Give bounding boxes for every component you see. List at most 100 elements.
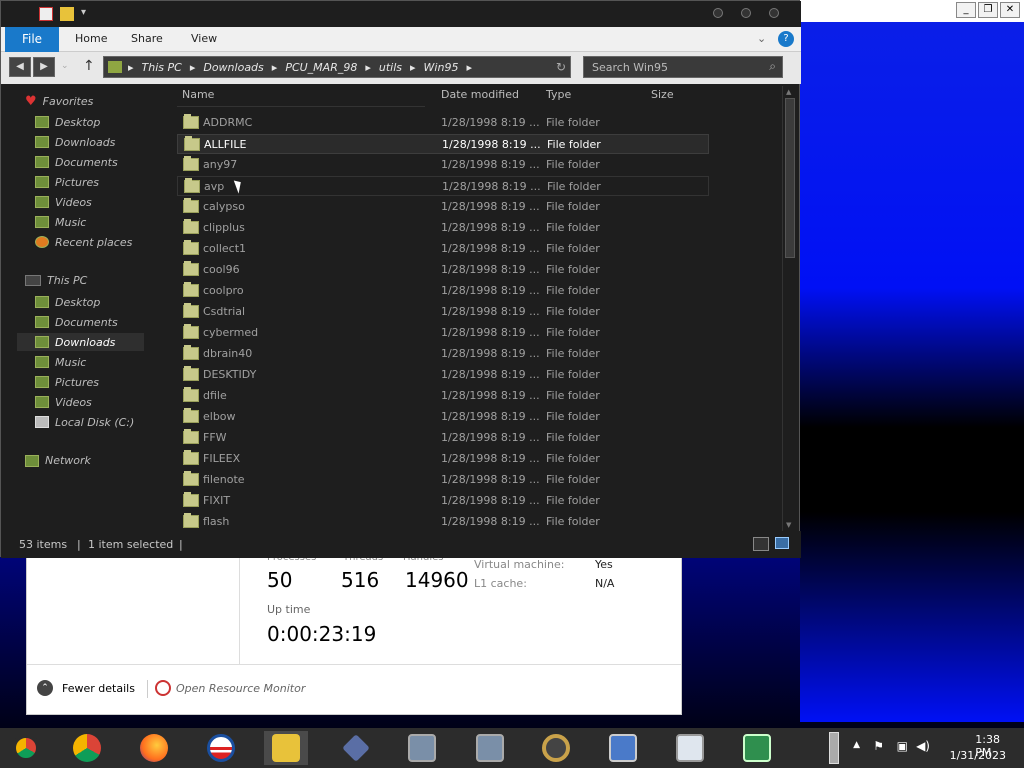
nav-fav-videos[interactable]: Videos	[35, 193, 92, 211]
table-row[interactable]: FFW 1/28/1998 8:19 ... File folder	[177, 428, 709, 448]
maximize-icon[interactable]	[741, 8, 751, 18]
restore-button[interactable]: ❐	[978, 2, 998, 18]
table-row[interactable]: flash 1/28/1998 8:19 ... File folder	[177, 512, 709, 532]
network-tray-icon[interactable]: ▣	[897, 739, 908, 753]
column-name[interactable]: Name	[182, 86, 214, 106]
table-row[interactable]: calypso 1/28/1998 8:19 ... File folder	[177, 197, 709, 217]
table-row[interactable]: elbow 1/28/1998 8:19 ... File folder	[177, 407, 709, 427]
performance-monitor-icon[interactable]	[670, 731, 710, 765]
up-arrow-icon[interactable]: ↑	[83, 58, 95, 74]
nav-pc-videos[interactable]: Videos	[35, 393, 92, 411]
setup-icon[interactable]	[402, 731, 442, 765]
table-row[interactable]: dbrain40 1/28/1998 8:19 ... File folder	[177, 344, 709, 364]
videos-icon	[35, 196, 49, 208]
table-row[interactable]: collect1 1/28/1998 8:19 ... File folder	[177, 239, 709, 259]
taskbar-grip[interactable]	[829, 732, 839, 764]
file-type: File folder	[546, 410, 600, 423]
column-size[interactable]: Size	[651, 86, 674, 106]
breadcrumb-this-pc[interactable]: This PC	[142, 61, 182, 74]
chevron-down-icon[interactable]: ⌄	[757, 32, 766, 45]
tab-view[interactable]: View	[191, 32, 217, 45]
column-date-modified[interactable]: Date modified	[441, 86, 519, 106]
nav-pc-downloads[interactable]: Downloads	[17, 333, 144, 351]
nav-fav-documents[interactable]: Documents	[35, 153, 118, 171]
large-icons-view-icon[interactable]	[775, 537, 789, 549]
table-row[interactable]: dfile 1/28/1998 8:19 ... File folder	[177, 386, 709, 406]
vertical-scrollbar[interactable]: ▲ ▼	[782, 86, 796, 531]
properties-icon[interactable]	[39, 7, 53, 21]
table-row[interactable]: avp 1/28/1998 8:19 ... File folder	[177, 176, 709, 196]
forward-button[interactable]: ▶	[33, 57, 55, 77]
computer-network-icon[interactable]	[603, 731, 643, 765]
refresh-icon[interactable]: ↻	[556, 60, 566, 74]
table-row[interactable]: cool96 1/28/1998 8:19 ... File folder	[177, 260, 709, 280]
nav-pc-documents[interactable]: Documents	[35, 313, 118, 331]
search-input[interactable]: Search Win95 ⌕	[583, 56, 783, 78]
obama-logo-icon[interactable]	[201, 731, 241, 765]
recent-locations-icon[interactable]: ⌄	[61, 61, 69, 71]
chevron-down-icon[interactable]: ▾	[81, 7, 86, 18]
breadcrumb-pcu-mar-98[interactable]: PCU_MAR_98	[285, 61, 357, 74]
font-viewer-icon[interactable]	[737, 731, 777, 765]
chrome-icon[interactable]	[67, 731, 107, 765]
minimize-button[interactable]: _	[956, 2, 976, 18]
nav-this-pc[interactable]: This PC	[25, 274, 87, 287]
details-view-icon[interactable]	[753, 537, 769, 551]
table-row[interactable]: ALLFILE 1/28/1998 8:19 ... File folder	[177, 134, 709, 154]
table-row[interactable]: filenote 1/28/1998 8:19 ... File folder	[177, 470, 709, 490]
table-row[interactable]: any97 1/28/1998 8:19 ... File folder	[177, 155, 709, 175]
nav-label: Desktop	[55, 115, 101, 129]
table-row[interactable]: clipplus 1/28/1998 8:19 ... File folder	[177, 218, 709, 238]
table-row[interactable]: FIXIT 1/28/1998 8:19 ... File folder	[177, 491, 709, 511]
setup-icon-2[interactable]	[470, 731, 510, 765]
breadcrumb-utils[interactable]: utils	[379, 61, 402, 74]
nav-pc-pictures[interactable]: Pictures	[35, 373, 99, 391]
fewer-details-link[interactable]: Fewer details	[62, 682, 135, 695]
file-explorer-icon[interactable]	[264, 731, 308, 765]
scroll-down-icon[interactable]: ▼	[786, 521, 791, 529]
help-icon[interactable]: ?	[778, 31, 794, 47]
table-row[interactable]: Csdtrial 1/28/1998 8:19 ... File folder	[177, 302, 709, 322]
nav-pc-local-disk[interactable]: Local Disk (C:)	[35, 413, 134, 431]
new-folder-icon[interactable]	[60, 7, 74, 21]
nav-pc-music[interactable]: Music	[35, 353, 86, 371]
table-row[interactable]: ADDRMC 1/28/1998 8:19 ... File folder	[177, 113, 709, 133]
breadcrumb-win95[interactable]: Win95	[424, 61, 459, 74]
table-row[interactable]: coolpro 1/28/1998 8:19 ... File folder	[177, 281, 709, 301]
nav-favorites[interactable]: ♥ Favorites	[25, 94, 93, 109]
nav-fav-pictures[interactable]: Pictures	[35, 173, 99, 191]
breadcrumb-downloads[interactable]: Downloads	[203, 61, 263, 74]
chrome-portable-icon[interactable]	[6, 731, 46, 765]
table-row[interactable]: FILEEX 1/28/1998 8:19 ... File folder	[177, 449, 709, 469]
address-field[interactable]: ▸ This PC ▸ Downloads ▸ PCU_MAR_98 ▸ uti…	[103, 56, 571, 78]
column-type[interactable]: Type	[546, 86, 571, 106]
open-resource-monitor-link[interactable]: Open Resource Monitor	[176, 682, 305, 695]
nav-fav-recent-places[interactable]: Recent places	[35, 233, 132, 251]
show-hidden-icons-icon[interactable]: ▲	[853, 740, 860, 750]
firefox-icon[interactable]	[134, 731, 174, 765]
nav-fav-music[interactable]: Music	[35, 213, 86, 231]
close-button[interactable]: ✕	[1000, 2, 1020, 18]
tab-file[interactable]: File	[5, 27, 59, 52]
nav-pc-desktop[interactable]: Desktop	[35, 293, 100, 311]
scrollbar-thumb[interactable]	[785, 98, 795, 258]
action-center-flag-icon[interactable]: ⚑	[873, 739, 884, 753]
search-icon[interactable]: ⌕	[769, 59, 776, 74]
scroll-up-icon[interactable]: ▲	[786, 88, 791, 96]
back-button[interactable]: ◀	[9, 57, 31, 77]
nav-network[interactable]: Network	[25, 454, 91, 467]
ship-wheel-icon[interactable]	[536, 731, 576, 765]
tab-share[interactable]: Share	[131, 32, 163, 45]
nav-fav-downloads[interactable]: Downloads	[35, 133, 115, 151]
file-name: clipplus	[203, 221, 245, 234]
table-row[interactable]: DESKTIDY 1/28/1998 8:19 ... File folder	[177, 365, 709, 385]
close-icon[interactable]	[769, 8, 779, 18]
tab-home[interactable]: Home	[75, 32, 107, 45]
minimize-icon[interactable]	[713, 8, 723, 18]
clock-date[interactable]: 1/31/2023	[950, 749, 1006, 762]
table-row[interactable]: cybermed 1/28/1998 8:19 ... File folder	[177, 323, 709, 343]
app-icon-diamond[interactable]	[336, 731, 376, 765]
chevron-up-icon[interactable]: ⌃	[37, 680, 53, 696]
volume-icon[interactable]: ◀)	[916, 739, 930, 753]
nav-fav-desktop[interactable]: Desktop	[35, 113, 100, 131]
